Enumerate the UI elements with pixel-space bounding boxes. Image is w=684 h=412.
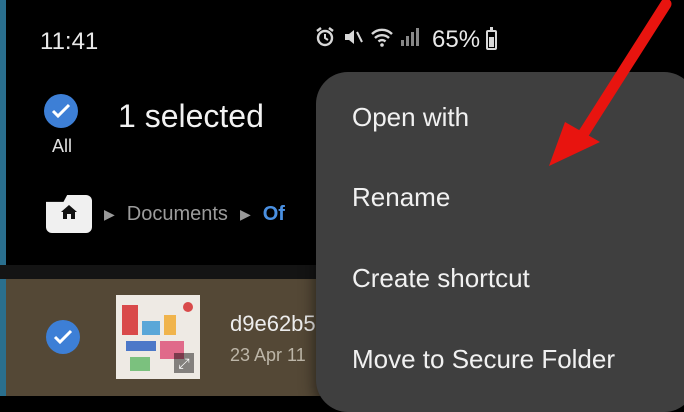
breadcrumb-item-current[interactable]: Of <box>263 203 285 226</box>
chevron-right-icon: ▶ <box>239 205 251 222</box>
wifi-icon <box>370 26 394 54</box>
home-icon <box>60 203 78 226</box>
status-time: 11:41 <box>40 28 99 55</box>
select-all-label: All <box>51 136 72 156</box>
file-name: d9e62b5 <box>230 311 316 336</box>
status-icons: 65% <box>314 26 498 54</box>
menu-item-rename[interactable]: Rename <box>352 182 450 213</box>
battery-percent: 65% <box>432 26 481 53</box>
row-checkbox[interactable] <box>46 320 80 354</box>
menu-item-move-to-secure-folder[interactable]: Move to Secure Folder <box>352 344 615 375</box>
alarm-icon <box>314 26 336 54</box>
file-thumbnail: ⤢ <box>116 295 200 379</box>
mute-icon <box>342 26 364 54</box>
context-menu: Open with Rename Create shortcut Move to… <box>316 72 684 412</box>
check-icon <box>46 320 80 354</box>
status-bar: 11:41 65% <box>0 0 684 80</box>
selected-count: 1 selected <box>118 98 264 134</box>
file-date: 23 Apr 11 <box>230 345 306 365</box>
breadcrumb-item-documents[interactable]: Documents <box>127 203 228 226</box>
expand-icon: ⤢ <box>174 353 194 373</box>
battery-icon <box>486 27 498 50</box>
check-icon <box>44 94 78 128</box>
menu-item-open-with[interactable]: Open with <box>352 102 469 133</box>
breadcrumb: ▶ Documents ▶ Of <box>46 195 285 233</box>
chevron-right-icon: ▶ <box>104 205 115 222</box>
select-all-checkbox[interactable]: All <box>44 94 80 157</box>
home-folder-button[interactable] <box>46 195 92 233</box>
signal-icon <box>400 26 420 54</box>
menu-item-create-shortcut[interactable]: Create shortcut <box>352 263 530 294</box>
